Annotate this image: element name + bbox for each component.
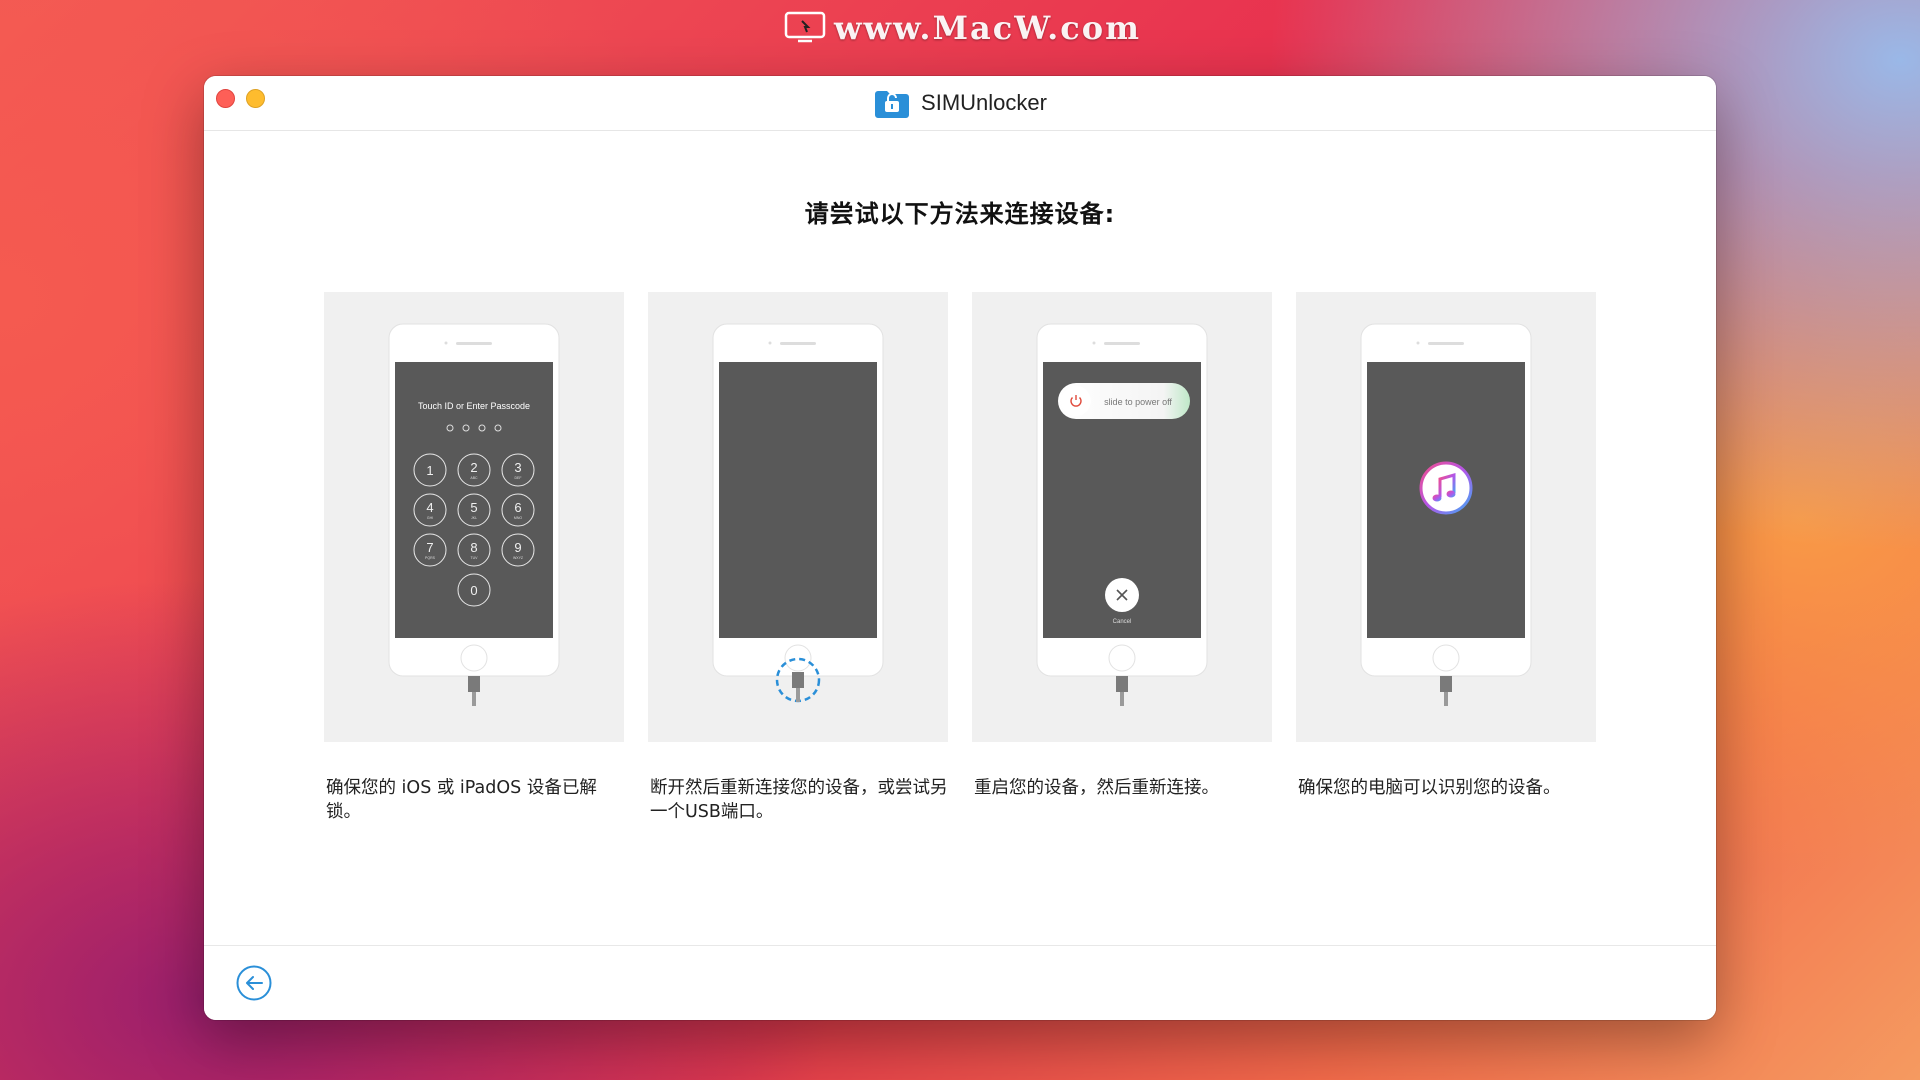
phone-restart-illustration: slide to power off Cancel [1036,323,1208,706]
caption-reconnect: 断开然后重新连接您的设备，或尝试另一个USB端口。 [650,778,948,822]
keypad-letters: MNO [514,516,522,520]
title-bar: SIMUnlocker [204,76,1716,131]
window-title: SIMUnlocker [921,90,1047,115]
watermark-text: www.MacW.com [834,9,1141,47]
instruction-card-recognize [1296,292,1596,742]
keypad-digit: 4 [426,500,433,515]
keypad-digit: 3 [514,460,521,475]
phone-reconnect-illustration [712,323,884,703]
back-button[interactable] [236,965,272,1001]
caption-unlock: 确保您的 iOS 或 iPadOS 设备已解锁。 [326,778,597,822]
passcode-prompt: Touch ID or Enter Passcode [418,401,530,411]
keypad-letters: TUV [471,556,479,560]
keypad-letters: DEF [515,476,522,480]
bottom-bar [204,945,1716,1020]
keypad-digit: 1 [426,463,433,478]
keypad-letters: WXYZ [513,556,524,560]
keypad-letters: PQRS [425,556,436,560]
app-window: SIMUnlocker 请尝试以下方法来连接设备: Touch ID or En… [204,76,1716,1020]
phone-passcode-illustration: Touch ID or Enter Passcode 1 2ABC 3DEF 4GHI… [388,323,560,706]
keypad-digit: 0 [470,583,477,598]
page-heading: 请尝试以下方法来连接设备: [804,200,1116,228]
instruction-card-unlock: Touch ID or Enter Passcode 1 2 ABC 3 DEF 4 GHI… [324,292,624,742]
watermark: www.MacW.com [784,6,1144,50]
keypad-digit: 8 [470,540,477,555]
keypad-digit: 2 [470,460,477,475]
keypad-digit: 6 [514,500,521,515]
keypad-letters: ABC [470,476,478,480]
music-note-icon [1419,461,1473,515]
keypad-letters: GHI [427,516,433,520]
cancel-label: Cancel [1113,619,1132,625]
window-title-group: SIMUnlocker [204,86,1716,120]
keypad-digit: 5 [470,500,477,515]
arrow-left-circle-icon [236,965,272,1001]
slider-text: slide to power off [1104,397,1172,407]
keypad-letters: JKL [471,516,477,520]
instruction-card-reconnect [648,292,948,742]
unlock-folder-icon [875,91,910,118]
phone-itunes-illustration [1360,323,1532,706]
caption-restart: 重启您的设备，然后重新连接。 [974,778,1219,798]
monitor-logo-icon [784,11,826,43]
keypad-digit: 7 [426,540,433,555]
caption-recognize: 确保您的电脑可以识别您的设备。 [1298,778,1561,798]
keypad-digit: 9 [514,540,521,555]
instruction-card-restart: slide to power off Cancel [972,292,1272,742]
